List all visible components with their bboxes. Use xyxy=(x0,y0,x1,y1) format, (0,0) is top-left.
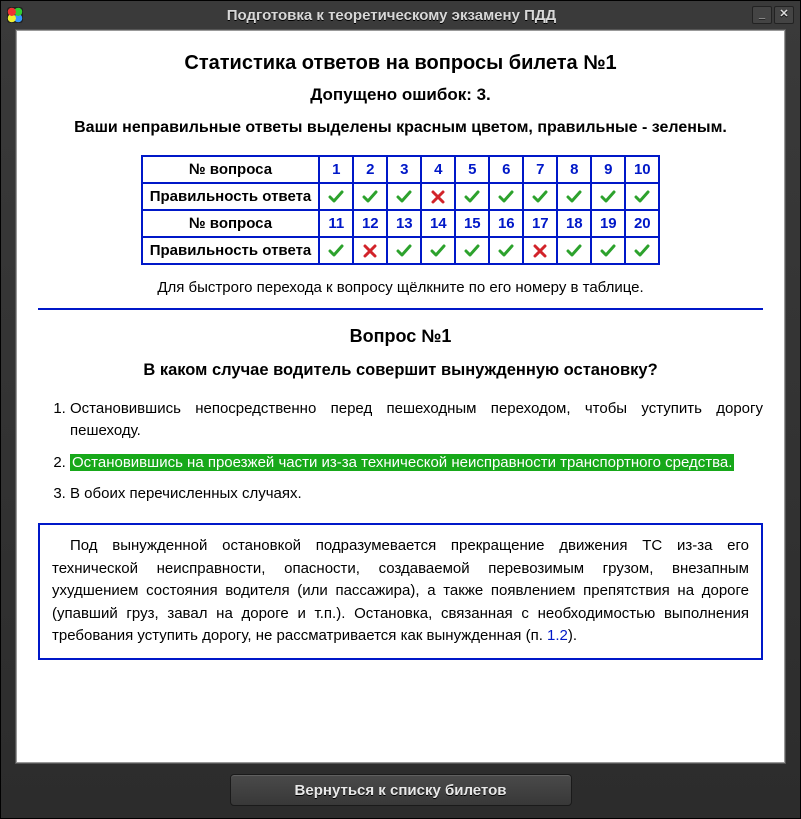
check-icon xyxy=(532,189,548,205)
correct-mark xyxy=(557,183,591,210)
question-number-link[interactable]: 9 xyxy=(591,156,625,183)
row-header-number: № вопроса xyxy=(142,156,320,183)
table-hint: Для быстрого перехода к вопросу щёлкните… xyxy=(38,279,763,296)
answer-text: Остановившись непосредственно перед пеше… xyxy=(70,400,763,439)
answer-option: Остановившись на проезжей части из-за те… xyxy=(70,452,763,474)
mistakes-count: Допущено ошибок: 3. xyxy=(38,85,763,105)
row-header-correct: Правильность ответа xyxy=(142,237,320,264)
correct-mark xyxy=(387,183,421,210)
check-icon xyxy=(634,243,650,259)
correct-mark xyxy=(523,183,557,210)
correct-mark xyxy=(319,237,353,264)
back-button-label: Вернуться к списку билетов xyxy=(295,782,507,799)
question-number-link[interactable]: 7 xyxy=(523,156,557,183)
question-number-link[interactable]: 16 xyxy=(489,210,523,237)
question-number-link[interactable]: 2 xyxy=(353,156,387,183)
window-title: Подготовка к теоретическому экзамену ПДД xyxy=(31,7,752,24)
scroll-view[interactable]: Статистика ответов на вопросы билета №1 … xyxy=(16,30,785,763)
check-icon xyxy=(634,189,650,205)
question-number-link[interactable]: 1 xyxy=(319,156,353,183)
check-icon xyxy=(362,189,378,205)
rule-link[interactable]: 1.2 xyxy=(547,627,568,644)
correct-mark xyxy=(353,183,387,210)
question-number-link[interactable]: 8 xyxy=(557,156,591,183)
correct-mark xyxy=(591,183,625,210)
question-text: В каком случае водитель совершит вынужде… xyxy=(38,361,763,380)
check-icon xyxy=(498,243,514,259)
correct-mark xyxy=(489,237,523,264)
question-number-link[interactable]: 3 xyxy=(387,156,421,183)
cross-icon xyxy=(430,189,446,205)
question-number-link[interactable]: 12 xyxy=(353,210,387,237)
check-icon xyxy=(600,243,616,259)
correct-mark xyxy=(455,183,489,210)
check-icon xyxy=(328,243,344,259)
correct-mark xyxy=(591,237,625,264)
question-number-link[interactable]: 18 xyxy=(557,210,591,237)
check-icon xyxy=(566,243,582,259)
check-icon xyxy=(600,189,616,205)
correct-mark xyxy=(455,237,489,264)
footer: Вернуться к списку билетов xyxy=(1,770,800,818)
correct-mark xyxy=(625,183,659,210)
explanation-box: Под вынужденной остановкой подразумевает… xyxy=(38,523,763,660)
check-icon xyxy=(396,189,412,205)
question-number-link[interactable]: 14 xyxy=(421,210,455,237)
minimize-button[interactable]: _ xyxy=(752,6,772,24)
app-window: Подготовка к теоретическому экзамену ПДД… xyxy=(0,0,801,819)
titlebar: Подготовка к теоретическому экзамену ПДД… xyxy=(1,1,800,29)
answer-correct: Остановившись на проезжей части из-за те… xyxy=(70,454,734,471)
row-header-number: № вопроса xyxy=(142,210,320,237)
question-number-link[interactable]: 10 xyxy=(625,156,659,183)
question-heading: Вопрос №1 xyxy=(38,326,763,347)
explanation-text-pre: Под вынужденной остановкой подразумевает… xyxy=(52,537,749,644)
correct-mark xyxy=(421,237,455,264)
cross-icon xyxy=(532,243,548,259)
content-area: Статистика ответов на вопросы билета №1 … xyxy=(15,29,786,764)
question-number-link[interactable]: 6 xyxy=(489,156,523,183)
check-icon xyxy=(396,243,412,259)
question-number-link[interactable]: 13 xyxy=(387,210,421,237)
wrong-mark xyxy=(353,237,387,264)
correct-mark xyxy=(387,237,421,264)
section-divider xyxy=(38,308,763,310)
check-icon xyxy=(498,189,514,205)
window-controls: _ ✕ xyxy=(752,6,794,24)
answer-text: В обоих перечисленных случаях. xyxy=(70,485,302,502)
check-icon xyxy=(566,189,582,205)
answer-option: Остановившись непосредственно перед пеше… xyxy=(70,398,763,442)
correct-mark xyxy=(557,237,591,264)
close-button[interactable]: ✕ xyxy=(774,6,794,24)
answer-option: В обоих перечисленных случаях. xyxy=(70,483,763,505)
question-number-link[interactable]: 11 xyxy=(319,210,353,237)
cross-icon xyxy=(362,243,378,259)
results-table: № вопроса12345678910Правильность ответа№… xyxy=(141,155,661,265)
check-icon xyxy=(464,243,480,259)
color-legend: Ваши неправильные ответы выделены красны… xyxy=(38,119,763,137)
back-to-tickets-button[interactable]: Вернуться к списку билетов xyxy=(230,774,572,806)
explanation-text-post: ). xyxy=(568,627,577,644)
answers-list: Остановившись непосредственно перед пеше… xyxy=(44,398,763,505)
correct-mark xyxy=(489,183,523,210)
question-number-link[interactable]: 20 xyxy=(625,210,659,237)
row-header-correct: Правильность ответа xyxy=(142,183,320,210)
check-icon xyxy=(464,189,480,205)
question-number-link[interactable]: 4 xyxy=(421,156,455,183)
correct-mark xyxy=(625,237,659,264)
correct-mark xyxy=(319,183,353,210)
question-number-link[interactable]: 17 xyxy=(523,210,557,237)
check-icon xyxy=(328,189,344,205)
question-number-link[interactable]: 5 xyxy=(455,156,489,183)
question-number-link[interactable]: 19 xyxy=(591,210,625,237)
question-number-link[interactable]: 15 xyxy=(455,210,489,237)
stats-heading: Статистика ответов на вопросы билета №1 xyxy=(38,52,763,75)
app-icon xyxy=(7,7,23,23)
wrong-mark xyxy=(523,237,557,264)
check-icon xyxy=(430,243,446,259)
wrong-mark xyxy=(421,183,455,210)
